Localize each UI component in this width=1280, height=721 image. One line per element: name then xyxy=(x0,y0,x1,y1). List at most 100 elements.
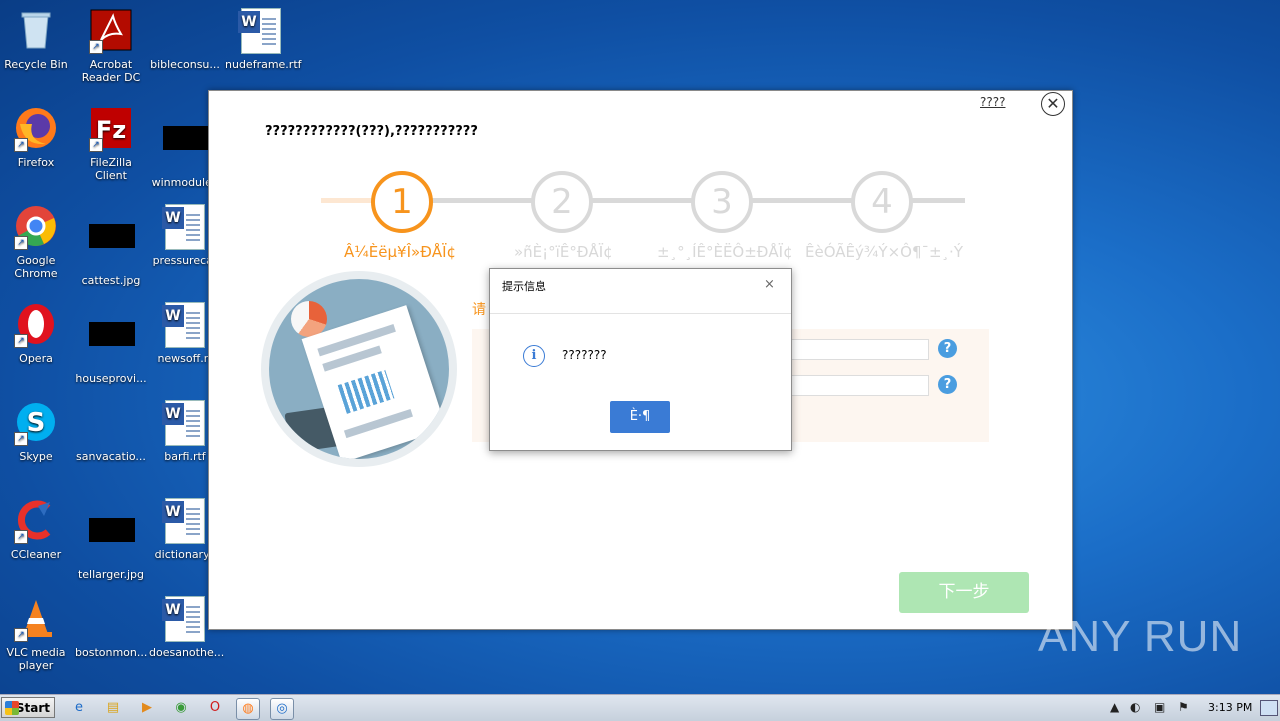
step-4-circle: 4 xyxy=(851,171,913,233)
desktop-icon-cattest[interactable]: cattest.jpg xyxy=(75,204,147,287)
tray-expand-icon[interactable]: ▲ xyxy=(1110,700,1119,714)
desktop-icon-ccleaner[interactable]: ↗ CCleaner xyxy=(0,498,72,561)
desktop-icon-bostonmon[interactable]: bostonmon... xyxy=(75,596,147,659)
close-icon: ✕ xyxy=(1046,94,1060,113)
step-2-circle: 2 xyxy=(531,171,593,233)
word-doc-icon: W xyxy=(238,8,283,54)
step-2-label: »ñÈ¡°ïÊ°ÐÅÏ¢ xyxy=(514,243,613,261)
installer-headline: ????????????(???),??????????? xyxy=(265,124,478,139)
desktop-icon-chrome[interactable]: ↗ Google Chrome xyxy=(0,204,72,280)
shortcut-arrow-icon: ↗ xyxy=(14,628,28,642)
show-desktop-button[interactable] xyxy=(1260,700,1278,716)
start-button[interactable]: Start xyxy=(1,697,55,718)
firefox-icon: ↗ xyxy=(14,106,58,152)
shortcut-arrow-icon: ↗ xyxy=(14,432,28,446)
desktop-icon-opera[interactable]: ↗ Opera xyxy=(0,302,72,365)
desktop-icon-firefox[interactable]: ↗ Firefox xyxy=(0,106,72,169)
chrome-taskbar-icon[interactable]: ◉ xyxy=(170,698,192,718)
firefox-taskbar-icon[interactable]: ◍ xyxy=(236,698,260,720)
desktop-icon-filezilla[interactable]: Fz ↗ FileZilla Client xyxy=(75,106,147,182)
desktop-icon-sanvacatio[interactable]: sanvacatio... xyxy=(75,400,147,463)
dialog-message: ??????? xyxy=(562,348,607,362)
form-input-2[interactable] xyxy=(789,375,929,396)
blank-file-icon xyxy=(89,596,133,640)
step-4-label: ÊèÓÃÊý¾Ý×Ô¶¯±¸·Ý xyxy=(805,243,963,261)
acrobat-icon: ↗ xyxy=(89,8,133,54)
media-player-icon[interactable]: ▶ xyxy=(136,698,158,718)
word-doc-icon: W xyxy=(162,204,207,250)
desktop-icon-label: houseprovi... xyxy=(75,372,147,385)
vlc-cone-icon: ↗ xyxy=(14,596,58,642)
word-doc-icon: W xyxy=(162,596,207,642)
filezilla-icon: Fz ↗ xyxy=(89,106,133,152)
desktop-icon-skype[interactable]: S ↗ Skype xyxy=(0,400,72,463)
taskbar: Start e ▤ ▶ ◉ O ◍ ◎ ▲ ◐ ▣ ⚑ 3:13 PM xyxy=(0,694,1280,721)
image-file-icon xyxy=(163,126,209,170)
start-label: Start xyxy=(15,701,50,715)
info-dialog: 提示信息 × i ??????? È·¶ xyxy=(489,268,792,451)
shortcut-arrow-icon: ↗ xyxy=(89,40,103,54)
svg-text:S: S xyxy=(27,408,46,438)
window-close-button[interactable]: ✕ xyxy=(1041,92,1065,116)
chrome-icon: ↗ xyxy=(14,204,58,250)
desktop-icon-tellarger[interactable]: tellarger.jpg xyxy=(75,498,147,581)
word-doc-icon: W xyxy=(162,400,207,446)
document-illustration xyxy=(261,271,457,467)
desktop-icon-label: Skype xyxy=(19,450,53,463)
shortcut-arrow-icon: ↗ xyxy=(89,138,103,152)
anyrun-watermark: ANY RUN xyxy=(1038,612,1243,661)
desktop-icon-acrobat[interactable]: ↗ Acrobat Reader DC xyxy=(75,8,147,84)
next-step-button[interactable]: 下一步 xyxy=(899,572,1029,613)
form-input-1[interactable] xyxy=(789,339,929,360)
volume-icon[interactable]: ◐ xyxy=(1130,700,1140,714)
desktop-icon-label: nudeframe.rtf xyxy=(225,58,302,71)
desktop-icon-label: cattest.jpg xyxy=(81,274,141,287)
file-explorer-icon[interactable]: ▤ xyxy=(102,698,124,718)
blank-file-icon xyxy=(89,400,133,444)
taskbar-clock[interactable]: 3:13 PM xyxy=(1208,701,1252,714)
blank-file-icon xyxy=(163,8,207,52)
desktop-icon-label: bibleconsu... xyxy=(150,58,220,71)
desktop-icon-nudeframe[interactable]: W nudeframe.rtf xyxy=(225,8,302,71)
opera-icon: ↗ xyxy=(14,302,58,348)
image-file-icon xyxy=(89,518,135,562)
desktop-icon-label: Recycle Bin xyxy=(4,58,68,71)
skype-icon: S ↗ xyxy=(14,400,58,446)
installer-taskbar-icon[interactable]: ◎ xyxy=(270,698,294,720)
desktop-icon-label: Google Chrome xyxy=(14,254,58,280)
internet-explorer-icon[interactable]: e xyxy=(68,698,90,718)
form-section-label: 请 xyxy=(472,302,486,318)
dialog-divider xyxy=(490,313,791,314)
desktop-icon-label: tellarger.jpg xyxy=(77,568,145,581)
network-icon[interactable]: ▣ xyxy=(1154,700,1165,714)
image-file-icon xyxy=(89,322,135,366)
action-center-flag-icon[interactable]: ⚑ xyxy=(1178,700,1189,714)
step-3-label: ±¸°¸ÍÊ°ÈËÔ±ÐÅÏ¢ xyxy=(657,243,793,261)
step-1-circle: 1 xyxy=(371,171,433,233)
step-3-circle: 3 xyxy=(691,171,753,233)
desktop-icon-recycle-bin[interactable]: Recycle Bin xyxy=(0,8,72,71)
desktop-icon-label: CCleaner xyxy=(10,548,62,561)
image-file-icon xyxy=(89,224,135,268)
word-doc-icon: W xyxy=(162,302,207,348)
opera-taskbar-icon[interactable]: O xyxy=(204,698,226,718)
desktop-icon-vlc[interactable]: ↗ VLC media player xyxy=(0,596,72,672)
desktop-icon-houseprovi[interactable]: houseprovi... xyxy=(75,302,147,385)
help-question-icon[interactable]: ? xyxy=(938,375,957,394)
desktop-icon-label: bostonmon... xyxy=(75,646,148,659)
recycle-bin-icon xyxy=(14,8,58,52)
dialog-title: 提示信息 xyxy=(502,280,546,293)
desktop-icon-label: Acrobat Reader DC xyxy=(81,58,141,84)
desktop-icon-label: doesanothe... xyxy=(149,646,225,659)
info-icon: i xyxy=(523,345,545,367)
shortcut-arrow-icon: ↗ xyxy=(14,236,28,250)
word-doc-icon: W xyxy=(162,498,207,544)
dialog-ok-button[interactable]: È·¶ xyxy=(610,401,670,433)
desktop-icon-bibleconsu[interactable]: bibleconsu... xyxy=(149,8,221,71)
step-1-label: Â¼Èëµ¥Î»ÐÅÏ¢ xyxy=(344,243,457,261)
shortcut-arrow-icon: ↗ xyxy=(14,334,28,348)
dialog-close-button[interactable]: × xyxy=(764,277,775,292)
help-link[interactable]: ???? xyxy=(980,95,1005,109)
windows-logo-icon xyxy=(5,701,19,715)
help-question-icon[interactable]: ? xyxy=(938,339,957,358)
